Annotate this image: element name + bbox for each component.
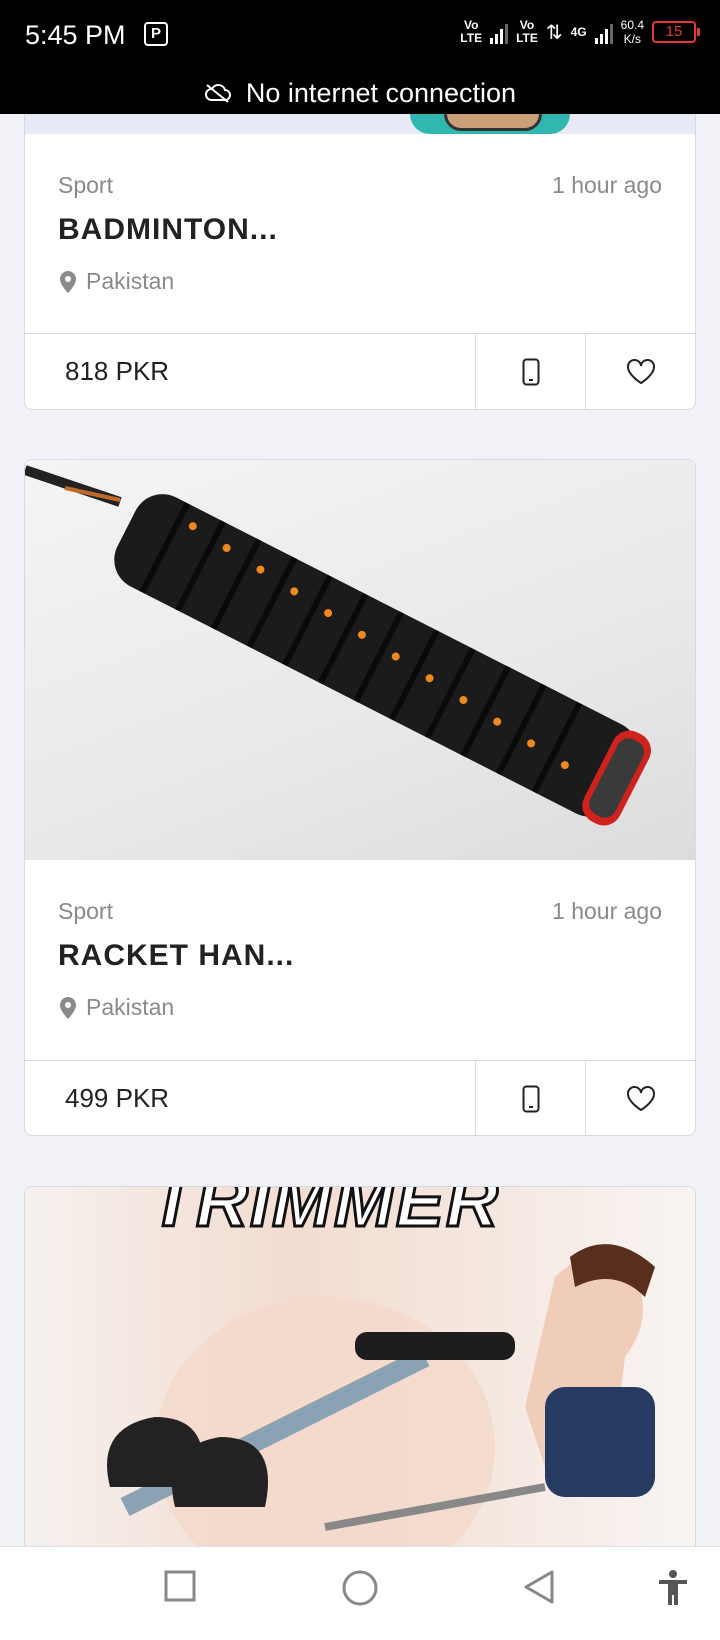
status-bar: 5:45 PM P Vo LTE Vo LTE ⇅ 4G 60.4 K/s 15 (0, 0, 720, 72)
listing-title[interactable]: RACKET HAN... (58, 939, 294, 973)
listing-time: 1 hour ago (552, 898, 662, 924)
listing-location: Pakistan (58, 268, 174, 295)
sim1-volte-label: Vo LTE (460, 18, 483, 45)
listing-title[interactable]: BADMINTON... (58, 213, 278, 247)
network-speed: 60.4 K/s (620, 18, 644, 46)
listing-price: 499 PKR (25, 1061, 476, 1135)
favorite-button[interactable] (586, 334, 695, 409)
home-circle-icon[interactable] (341, 1569, 379, 1607)
favorite-button[interactable] (586, 1061, 695, 1135)
listing-category: Sport (58, 172, 113, 198)
sim1-signal-icon (490, 20, 509, 44)
racket-grip-image (25, 465, 651, 826)
listing-time: 1 hour ago (552, 172, 662, 198)
listing-actions: 818 PKR (25, 333, 695, 409)
network-type-label: 4G (570, 24, 587, 39)
sim2-volte-label: Vo LTE (516, 18, 538, 45)
back-triangle-icon[interactable] (522, 1569, 556, 1605)
listing-image[interactable] (25, 114, 695, 134)
listing-actions: 499 PKR (25, 1060, 695, 1135)
location-pin-icon (60, 270, 76, 293)
offline-text: No internet connection (245, 77, 517, 108)
tummy-trimmer-image (107, 1244, 655, 1585)
call-button[interactable] (476, 1061, 586, 1135)
offline-banner: No internet connection (0, 72, 720, 114)
phone-icon (522, 1085, 539, 1112)
listing-location: Pakistan (58, 994, 174, 1021)
listing-image[interactable] (25, 460, 695, 860)
listing-card[interactable]: TRIMMER (24, 1186, 696, 1586)
listing-card[interactable]: Sport 1 hour ago RACKET HAN... Pakistan … (24, 459, 696, 1136)
accessibility-icon[interactable] (657, 1569, 689, 1607)
listing-location-text: Pakistan (86, 994, 175, 1020)
call-button[interactable] (476, 334, 586, 409)
location-pin-icon (60, 996, 76, 1019)
listing-location-text: Pakistan (86, 268, 175, 294)
status-time: 5:45 PM (25, 20, 126, 50)
status-indicators: Vo LTE Vo LTE ⇅ 4G 60.4 K/s 15 (460, 18, 700, 46)
recents-square-icon[interactable] (163, 1569, 197, 1603)
listing-category: Sport (58, 898, 113, 924)
cloud-off-icon (204, 84, 231, 103)
battery-icon: 15 (652, 21, 700, 43)
listing-price: 818 PKR (25, 334, 476, 409)
listing-image[interactable]: TRIMMER (25, 1187, 695, 1585)
listing-info[interactable]: Sport 1 hour ago RACKET HAN... Pakistan (25, 860, 695, 1060)
sim2-signal-icon (594, 20, 613, 44)
listing-image-text: TRIMMER (149, 1187, 500, 1244)
system-nav-bar (0, 1546, 720, 1640)
pi-notification-icon: P (144, 22, 168, 46)
listing-info[interactable]: Sport 1 hour ago BADMINTON... Pakistan (25, 134, 695, 334)
listing-card[interactable]: Sport 1 hour ago BADMINTON... Pakistan 8… (24, 114, 696, 410)
heart-icon (626, 1085, 655, 1111)
heart-icon (626, 358, 655, 384)
phone-icon (522, 358, 539, 385)
data-transfer-icon: ⇅ (545, 21, 563, 44)
